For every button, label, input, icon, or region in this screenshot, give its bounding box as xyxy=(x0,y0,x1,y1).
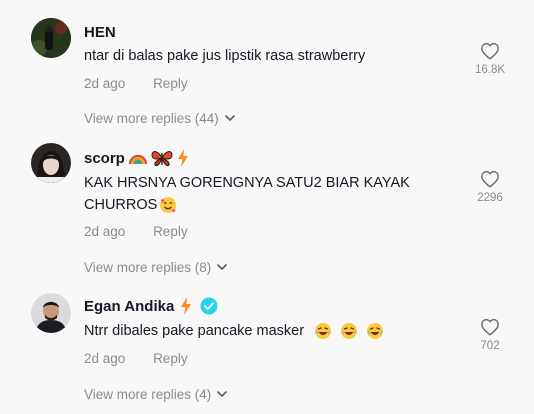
avatar[interactable] xyxy=(31,293,71,333)
heart-outline-icon[interactable] xyxy=(480,42,500,60)
view-more-replies-label: View more replies (8) xyxy=(84,260,212,275)
comment-meta: 2d ago Reply xyxy=(84,76,188,91)
view-more-replies-label: View more replies (44) xyxy=(84,111,219,126)
view-more-replies-label: View more replies (4) xyxy=(84,387,212,402)
comment-text: KAK HRSNYA GORENGNYA SATU2 BIAR KAYAK CH… xyxy=(84,172,454,216)
heart-outline-icon[interactable] xyxy=(480,170,500,188)
like-control: 2296 xyxy=(472,170,508,204)
comment-username[interactable]: HEN xyxy=(84,24,116,41)
comment-meta: 2d ago Reply xyxy=(84,224,188,239)
lightning-icon xyxy=(177,149,189,167)
comment-text: ntar di balas pake jus lipstik rasa stra… xyxy=(84,48,366,64)
heart-outline-icon[interactable] xyxy=(480,318,500,336)
reply-button[interactable]: Reply xyxy=(153,76,188,91)
like-control: 702 xyxy=(472,318,508,352)
comment-text-line: KAK HRSNYA GORENGNYA SATU2 BIAR KAYAK xyxy=(84,175,410,191)
avatar[interactable] xyxy=(31,18,71,58)
like-control: 16.8K xyxy=(472,42,508,76)
like-count: 702 xyxy=(480,340,500,352)
view-more-replies-button[interactable]: View more replies (44) xyxy=(84,111,235,126)
lightning-icon xyxy=(180,297,192,315)
comment-text: Ntrr dibales pake pancake masker xyxy=(84,320,454,342)
chevron-down-icon xyxy=(225,115,235,122)
laughing-face-emoji xyxy=(366,322,384,340)
comment-meta: 2d ago Reply xyxy=(84,351,188,366)
comment-timestamp: 2d ago xyxy=(84,224,126,239)
smiling-face-with-hearts-emoji xyxy=(159,196,177,214)
reply-button[interactable]: Reply xyxy=(153,351,188,366)
chevron-down-icon xyxy=(217,264,228,271)
comment-text-line: CHURROS xyxy=(84,197,158,213)
rainbow-emoji xyxy=(128,150,147,166)
avatar[interactable] xyxy=(31,143,71,183)
laughing-face-emoji xyxy=(340,322,358,340)
comment-username[interactable]: scorp xyxy=(84,149,189,167)
comment-username[interactable]: Egan Andika xyxy=(84,297,218,315)
view-more-replies-button[interactable]: View more replies (8) xyxy=(84,260,228,275)
like-count: 2296 xyxy=(477,192,503,204)
chevron-down-icon xyxy=(217,391,228,398)
comment-timestamp: 2d ago xyxy=(84,76,126,91)
comment-timestamp: 2d ago xyxy=(84,351,126,366)
like-count: 16.8K xyxy=(474,64,506,76)
comment-text-line: Ntrr dibales pake pancake masker xyxy=(84,323,305,339)
verified-badge-icon xyxy=(200,297,218,315)
butterfly-emoji xyxy=(151,149,173,167)
laughing-face-emoji xyxy=(314,322,332,340)
reply-button[interactable]: Reply xyxy=(153,224,188,239)
view-more-replies-button[interactable]: View more replies (4) xyxy=(84,387,228,402)
